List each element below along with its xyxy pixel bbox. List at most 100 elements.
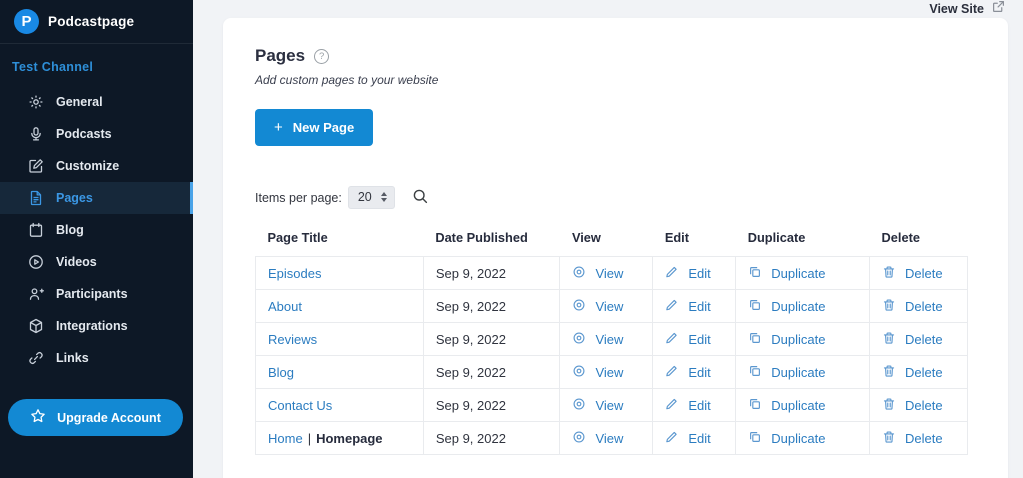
page-icon <box>28 190 44 206</box>
edit-link[interactable]: Edit <box>665 265 711 282</box>
pencil-icon <box>665 265 679 282</box>
column-header-date-published: Date Published <box>435 230 528 245</box>
sidebar-item-label: Blog <box>56 223 84 237</box>
date-published-cell: Sep 9, 2022 <box>422 256 561 290</box>
brand-name: Podcastpage <box>48 14 135 29</box>
delete-link[interactable]: Delete <box>882 430 943 447</box>
page-title-link[interactable]: Contact Us <box>268 398 332 413</box>
sidebar-item-label: Pages <box>56 191 93 205</box>
edit-link[interactable]: Edit <box>665 331 711 348</box>
sidebar: P Podcastpage Test Channel General Podca… <box>0 0 193 478</box>
pencil-icon <box>665 364 679 381</box>
column-header-duplicate: Duplicate <box>747 230 806 245</box>
sidebar-item-participants[interactable]: Participants <box>0 278 193 310</box>
page-subtitle: Add custom pages to your website <box>255 73 439 87</box>
copy-icon <box>748 397 762 414</box>
view-link[interactable]: View <box>572 364 623 381</box>
delete-link[interactable]: Delete <box>882 298 943 315</box>
table-row: Contact Us Sep 9, 2022 View Edit Duplica… <box>255 388 968 422</box>
date-published-cell: Sep 9, 2022 <box>422 355 561 389</box>
page-title-link[interactable]: Episodes <box>268 266 321 281</box>
delete-link[interactable]: Delete <box>882 397 943 414</box>
sidebar-item-label: Participants <box>56 287 128 301</box>
sidebar-item-customize[interactable]: Customize <box>0 150 193 182</box>
page-title-link[interactable]: Blog <box>268 365 294 380</box>
links-icon <box>28 350 44 366</box>
view-link[interactable]: View <box>572 298 623 315</box>
pencil-icon <box>665 397 679 414</box>
table-controls: Items per page: 20 <box>255 186 976 209</box>
duplicate-link[interactable]: Duplicate <box>748 430 825 447</box>
view-link[interactable]: View <box>572 430 623 447</box>
edit-link[interactable]: Edit <box>665 298 711 315</box>
sidebar-nav: General Podcasts Customize Pages Blog Vi… <box>0 86 193 374</box>
copy-icon <box>748 331 762 348</box>
delete-link[interactable]: Delete <box>882 331 943 348</box>
column-header-delete: Delete <box>881 230 920 245</box>
topbar: View Site <box>193 0 1023 18</box>
sidebar-item-pages[interactable]: Pages <box>0 182 193 214</box>
date-published-cell: Sep 9, 2022 <box>422 421 561 455</box>
delete-link[interactable]: Delete <box>882 265 943 282</box>
table-header-row: Page Title Date Published View Edit Dupl… <box>256 230 968 257</box>
sidebar-item-videos[interactable]: Videos <box>0 246 193 278</box>
sidebar-item-label: Customize <box>56 159 120 173</box>
edit-link[interactable]: Edit <box>665 397 711 414</box>
sidebar-item-links[interactable]: Links <box>0 342 193 374</box>
duplicate-link[interactable]: Duplicate <box>748 298 825 315</box>
copy-icon <box>748 265 762 282</box>
view-link[interactable]: View <box>572 331 623 348</box>
trash-icon <box>882 364 896 381</box>
table-body: Episodes Sep 9, 2022 View Edit Duplicate… <box>255 256 968 455</box>
duplicate-link[interactable]: Duplicate <box>748 265 825 282</box>
search-button[interactable] <box>412 188 429 208</box>
main-area: View Site Pages ? Add custom pages to yo… <box>193 0 1023 478</box>
page-title-link[interactable]: About <box>268 299 302 314</box>
eye-icon <box>572 331 586 348</box>
trash-icon <box>882 430 896 447</box>
view-site-label: View Site <box>929 2 984 16</box>
view-link[interactable]: View <box>572 397 623 414</box>
sidebar-item-blog[interactable]: Blog <box>0 214 193 246</box>
date-published-cell: Sep 9, 2022 <box>422 289 561 323</box>
sidebar-item-integrations[interactable]: Integrations <box>0 310 193 342</box>
duplicate-link[interactable]: Duplicate <box>748 397 825 414</box>
page-title: Pages <box>255 46 306 65</box>
pencil-icon <box>665 331 679 348</box>
edit-link[interactable]: Edit <box>665 364 711 381</box>
eye-icon <box>572 265 586 282</box>
pencil-icon <box>665 298 679 315</box>
date-published-cell: Sep 9, 2022 <box>422 322 561 356</box>
sidebar-item-podcasts[interactable]: Podcasts <box>0 118 193 150</box>
podcastpage-logo-icon: P <box>14 9 39 34</box>
brand-logo[interactable]: P Podcastpage <box>0 0 193 44</box>
duplicate-link[interactable]: Duplicate <box>748 364 825 381</box>
sidebar-item-general[interactable]: General <box>0 86 193 118</box>
items-per-page-select[interactable]: 20 <box>347 186 395 209</box>
upgrade-account-button[interactable]: Upgrade Account <box>8 399 183 436</box>
video-icon <box>28 254 44 270</box>
eye-icon <box>572 364 586 381</box>
items-per-page-label: Items per page: <box>255 190 342 205</box>
view-site-link[interactable]: View Site <box>929 0 1005 18</box>
eye-icon <box>572 430 586 447</box>
new-page-button[interactable]: + New Page <box>255 109 374 146</box>
table-row: Episodes Sep 9, 2022 View Edit Duplicate… <box>255 256 968 290</box>
sidebar-item-label: General <box>56 95 103 109</box>
items-per-page-value: 20 <box>357 190 372 204</box>
star-icon <box>30 408 46 427</box>
sidebar-item-label: Integrations <box>56 319 128 333</box>
page-title-link[interactable]: Home <box>268 431 303 446</box>
delete-link[interactable]: Delete <box>882 364 943 381</box>
column-header-edit: Edit <box>664 230 689 245</box>
column-header-page-title: Page Title <box>267 230 328 245</box>
page-title-link[interactable]: Reviews <box>268 332 317 347</box>
gear-icon <box>28 94 44 110</box>
external-link-icon <box>992 0 1005 18</box>
edit-link[interactable]: Edit <box>665 430 711 447</box>
duplicate-link[interactable]: Duplicate <box>748 331 825 348</box>
plus-icon: + <box>274 119 283 136</box>
help-icon[interactable]: ? <box>314 48 330 64</box>
sidebar-item-label: Videos <box>56 255 97 269</box>
view-link[interactable]: View <box>572 265 623 282</box>
